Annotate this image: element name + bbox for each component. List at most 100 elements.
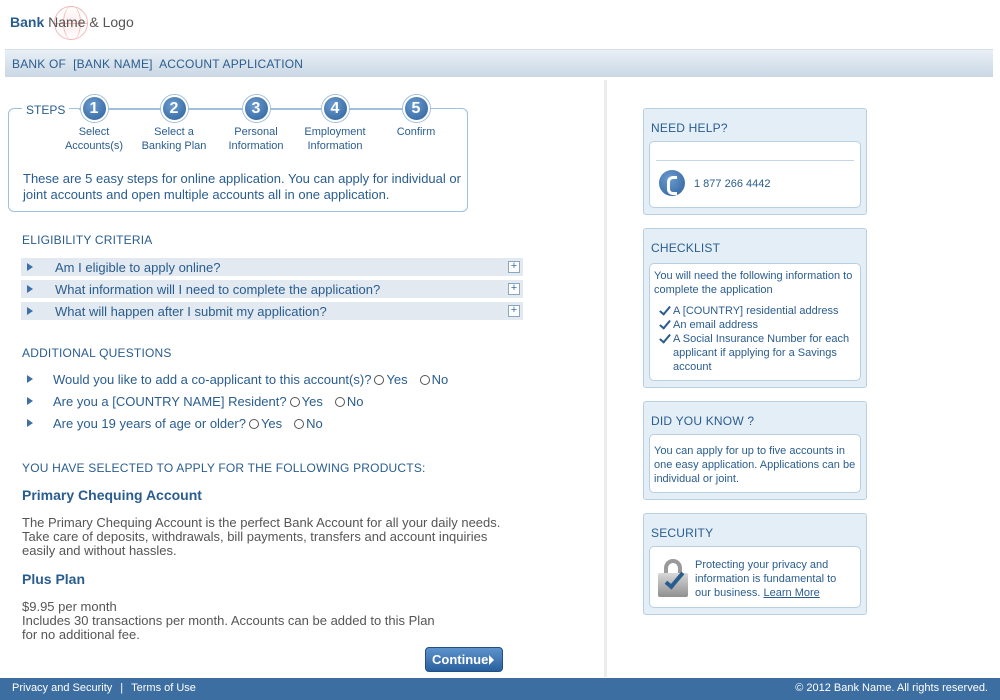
additional-questions-title: ADDITIONAL QUESTIONS — [22, 346, 172, 360]
radio-yes[interactable] — [374, 374, 385, 385]
eligibility-item-after-submit[interactable]: What will happen after I submit my appli… — [21, 302, 523, 320]
selected-products-title: YOU HAVE SELECTED TO APPLY FOR THE FOLLO… — [22, 461, 426, 475]
step-label: Personal Information — [228, 126, 284, 152]
security-panel: SECURITY Protecting your privacy and inf… — [643, 513, 867, 615]
step-label: Confirm — [396, 126, 436, 138]
eligibility-question: Am I eligible to apply online? — [55, 260, 221, 275]
step-label: Select a Banking Plan — [141, 126, 207, 152]
lock-icon — [658, 559, 688, 597]
help-phone-number[interactable]: 1 877 266 4442 — [694, 177, 770, 191]
continue-button[interactable]: Continue — [425, 647, 503, 672]
step-label: Employment Information — [304, 126, 366, 152]
page-title-bar: BANK OF [BANK NAME] ACCOUNT APPLICATION — [5, 49, 993, 77]
eligibility-item-online[interactable]: Am I eligible to apply online? + — [21, 258, 523, 276]
learn-more-link[interactable]: Learn More — [764, 587, 820, 599]
question-text: Are you a [COUNTRY NAME] Resident? — [53, 394, 287, 409]
continue-label: Continue — [432, 651, 489, 667]
step-4: 4 Employment Information — [290, 95, 380, 153]
column-divider — [604, 80, 607, 677]
step-1: 1 Select Accounts(s) — [49, 95, 139, 153]
terms-of-use-link[interactable]: Terms of Use — [131, 682, 196, 694]
question-text: Would you like to add a co-applicant to … — [53, 372, 372, 387]
radio-yes-label: Yes — [386, 372, 408, 387]
radio-yes[interactable] — [248, 418, 259, 429]
did-you-know-text: You can apply for up to five accounts in… — [654, 445, 856, 485]
radio-yes-label: Yes — [301, 394, 323, 409]
product-plan-price: $9.95 per month — [22, 599, 117, 614]
copyright: © 2012 Bank Name. All rights reserved. — [795, 682, 988, 694]
phone-icon — [659, 170, 685, 196]
product-plan-description-2: for no additional fee. — [22, 627, 140, 642]
radio-yes-label: Yes — [260, 416, 283, 431]
footer-separator: | — [120, 682, 124, 694]
step-number: 2 — [160, 95, 188, 122]
product-account-name: Primary Chequing Account — [22, 487, 202, 503]
product-plan-description: Includes 30 transactions per month. Acco… — [22, 613, 435, 628]
radio-no[interactable] — [334, 396, 345, 407]
radio-no-label: No — [431, 372, 449, 387]
arrow-icon — [27, 397, 33, 405]
checklist-intro: You will need the following information … — [654, 270, 853, 296]
did-you-know-panel: DID YOU KNOW ? You can apply for up to f… — [643, 401, 867, 500]
checklist-panel: CHECKLIST You will need the following in… — [643, 228, 867, 388]
arrow-right-icon — [489, 655, 494, 665]
page-title: BANK OF [BANK NAME] ACCOUNT APPLICATION — [12, 57, 304, 71]
expand-arrow-icon — [27, 285, 33, 293]
checklist-item: A [COUNTRY] residential address — [661, 304, 851, 318]
question-text: Are you 19 years of age or older? — [53, 416, 246, 431]
question-co-applicant: Would you like to add a co-applicant to … — [21, 372, 448, 387]
logo-bold-text: Bank — [10, 14, 45, 30]
bank-logo: Bank Name & Logo — [10, 14, 134, 30]
plus-icon[interactable]: + — [508, 261, 520, 273]
radio-yes[interactable] — [289, 396, 300, 407]
footer: Privacy and Security | Terms of Use © 2012… — [0, 678, 1000, 700]
need-help-content: 1 877 266 4442 — [649, 141, 861, 208]
steps-description: These are 5 easy steps for online applic… — [23, 171, 461, 202]
need-help-title: NEED HELP? — [651, 121, 728, 135]
checkmark-icon — [659, 320, 669, 330]
security-text-block: Protecting your privacy and information … — [695, 558, 855, 600]
step-5: 5 Confirm — [371, 95, 461, 139]
product-account-description: The Primary Chequing Account is the perf… — [22, 515, 501, 558]
radio-no-label: No — [306, 416, 323, 431]
eligibility-item-information[interactable]: What information will I need to complete… — [21, 280, 523, 298]
checkmark-icon — [659, 334, 669, 344]
checklist-item: A Social Insurance Number for each appli… — [661, 332, 851, 374]
step-number: 3 — [242, 95, 270, 122]
privacy-security-link[interactable]: Privacy and Security — [12, 682, 112, 694]
checklist-title: CHECKLIST — [651, 241, 721, 255]
step-number: 1 — [80, 95, 108, 122]
radio-no[interactable] — [419, 374, 430, 385]
step-number: 4 — [321, 95, 349, 122]
plus-icon[interactable]: + — [508, 283, 520, 295]
checkmark-icon — [659, 306, 669, 316]
need-help-panel: NEED HELP? 1 877 266 4442 — [643, 108, 867, 215]
arrow-icon — [27, 419, 33, 427]
eligibility-title: ELIGIBILITY CRITERIA — [22, 233, 153, 247]
step-3: 3 Personal Information — [211, 95, 301, 153]
steps-panel: STEPS 1 Select Accounts(s) 2 Select a Ba… — [8, 95, 468, 212]
security-content: Protecting your privacy and information … — [649, 546, 861, 608]
footer-links: Privacy and Security | Terms of Use — [12, 682, 196, 694]
step-label: Select Accounts(s) — [64, 126, 124, 152]
question-age: Are you 19 years of age or older? Yes No — [21, 416, 323, 431]
logo-rest-text: Name & Logo — [44, 14, 134, 30]
did-you-know-title: DID YOU KNOW ? — [651, 414, 755, 428]
checklist-item: An email address — [661, 318, 851, 332]
eligibility-question: What information will I need to complete… — [55, 282, 381, 297]
did-you-know-content: You can apply for up to five accounts in… — [649, 434, 861, 493]
divider — [656, 160, 854, 161]
radio-no-label: No — [346, 394, 364, 409]
product-plan-name: Plus Plan — [22, 571, 86, 587]
checklist-content: You will need the following information … — [649, 263, 861, 381]
eligibility-question: What will happen after I submit my appli… — [55, 304, 327, 319]
step-2: 2 Select a Banking Plan — [129, 95, 219, 153]
security-title: SECURITY — [651, 526, 714, 540]
expand-arrow-icon — [27, 307, 33, 315]
plus-icon[interactable]: + — [508, 305, 520, 317]
arrow-icon — [27, 375, 33, 383]
expand-arrow-icon — [27, 263, 33, 271]
step-number: 5 — [402, 95, 430, 122]
radio-no[interactable] — [294, 418, 305, 429]
question-resident: Are you a [COUNTRY NAME] Resident? Yes No — [21, 394, 363, 409]
